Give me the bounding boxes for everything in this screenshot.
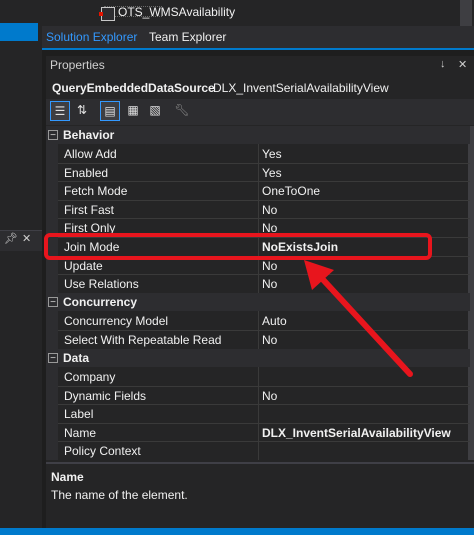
property-name[interactable]: Label	[64, 407, 93, 421]
property-name[interactable]: Use Relations	[64, 277, 139, 291]
row-divider	[58, 404, 470, 405]
status-bar	[42, 528, 474, 535]
property-name[interactable]: Update	[64, 259, 103, 273]
property-name[interactable]: Dynamic Fields	[64, 389, 146, 403]
property-name[interactable]: Company	[64, 370, 115, 384]
object-type: DLX_InventSerialAvailabilityView	[213, 81, 389, 95]
property-value[interactable]: Yes	[262, 166, 282, 180]
description-text: The name of the element.	[51, 488, 188, 502]
property-value[interactable]: No	[262, 389, 277, 403]
tree-item-label[interactable]: OTS_WMSAvailability	[118, 5, 235, 19]
property-value[interactable]: OneToOne	[262, 184, 320, 198]
highlight-box	[44, 233, 432, 260]
property-name[interactable]: Name	[64, 426, 96, 440]
row-divider	[58, 218, 470, 219]
properties-title: Properties	[50, 58, 105, 72]
property-value[interactable]: No	[262, 259, 277, 273]
object-name: QueryEmbeddedDataSource	[52, 81, 215, 95]
left-selected-item[interactable]	[0, 23, 38, 41]
alphabetical-icon[interactable]: ⇅	[72, 101, 92, 121]
category-label: Data	[63, 351, 90, 365]
events-icon[interactable]: ▦	[123, 101, 143, 121]
close-icon[interactable]: ✕	[458, 58, 467, 71]
category-label: Concurrency	[63, 295, 138, 309]
error-marker-icon	[99, 12, 103, 16]
row-divider	[58, 200, 470, 201]
property-value[interactable]: No	[262, 333, 277, 347]
property-value[interactable]: No	[262, 203, 277, 217]
property-name[interactable]: Fetch Mode	[64, 184, 127, 198]
row-divider	[58, 441, 470, 442]
status-bar-left	[0, 528, 42, 535]
property-name[interactable]: Select With Repeatable Read	[64, 333, 221, 347]
property-pages-icon[interactable]: ▧	[145, 101, 165, 121]
close-icon[interactable]: ✕	[22, 232, 31, 245]
row-divider	[58, 181, 470, 182]
left-panel	[0, 0, 42, 535]
property-name[interactable]: Enabled	[64, 166, 108, 180]
property-name[interactable]: Concurrency Model	[64, 314, 168, 328]
property-value[interactable]: Yes	[262, 147, 282, 161]
tab-solution-explorer[interactable]: Solution Explorer	[46, 30, 137, 44]
property-name[interactable]: First Fast	[64, 203, 114, 217]
annotation-arrow	[304, 260, 413, 377]
wrench-icon: 🔧︎	[174, 103, 190, 117]
row-divider	[58, 163, 470, 164]
description-title: Name	[51, 470, 84, 484]
property-name[interactable]: Allow Add	[64, 147, 117, 161]
property-value[interactable]: Auto	[262, 314, 287, 328]
category-label: Behavior	[63, 128, 115, 142]
collapse-icon[interactable]: −	[48, 130, 58, 141]
dataset-icon	[101, 7, 115, 21]
property-value[interactable]: No	[262, 277, 277, 291]
collapse-icon[interactable]: −	[48, 353, 58, 364]
property-value[interactable]: DLX_InventSerialAvailabilityView	[262, 426, 451, 440]
row-divider	[58, 423, 470, 424]
properties-icon[interactable]: ▤	[100, 101, 120, 121]
tree-scrollbar[interactable]	[460, 0, 472, 26]
tab-team-explorer[interactable]: Team Explorer	[149, 30, 226, 44]
pin-icon[interactable]: 📌︎	[4, 232, 18, 245]
collapse-icon[interactable]: −	[48, 297, 58, 308]
categorized-icon[interactable]: ☰	[50, 101, 70, 121]
row-divider	[58, 386, 470, 387]
pin-icon[interactable]: ↓	[440, 58, 446, 70]
property-name[interactable]: Policy Context	[64, 444, 141, 458]
